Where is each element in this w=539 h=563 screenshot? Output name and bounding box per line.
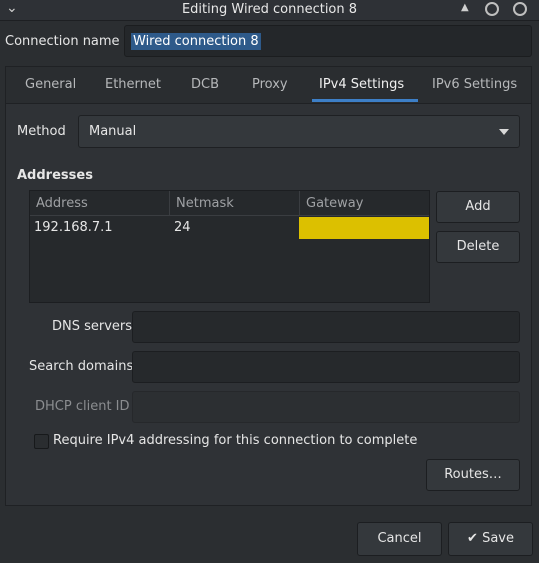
tab-ipv4-settings[interactable]: IPv4 Settings xyxy=(319,77,404,92)
require-ipv4-checkbox[interactable] xyxy=(34,434,49,449)
tab-bar: General Ethernet DCB Proxy IPv4 Settings… xyxy=(6,67,531,104)
check-icon: ✔ xyxy=(467,531,478,546)
tab-dcb[interactable]: DCB xyxy=(191,77,219,92)
address-cell[interactable]: 192.168.7.1 xyxy=(30,217,117,240)
connection-name-field[interactable]: Wired connection 8 xyxy=(124,25,532,57)
active-tab-indicator xyxy=(312,99,418,102)
save-button[interactable]: ✔ Save xyxy=(448,522,533,556)
connection-name-label: Connection name xyxy=(5,34,120,49)
method-label: Method xyxy=(17,124,66,139)
column-header-address[interactable]: Address xyxy=(30,191,170,216)
gateway-cell[interactable] xyxy=(299,217,429,239)
tab-proxy[interactable]: Proxy xyxy=(252,77,288,92)
triangle-up-icon[interactable]: ▲ xyxy=(461,2,469,13)
close-icon[interactable] xyxy=(513,2,527,16)
delete-button[interactable]: Delete xyxy=(436,231,520,263)
window-title: Editing Wired connection 8 xyxy=(181,2,358,17)
tab-ipv6-settings[interactable]: IPv6 Settings xyxy=(432,77,517,92)
method-combobox[interactable]: Manual xyxy=(78,115,520,148)
dhcp-client-id-field xyxy=(132,391,520,423)
add-button[interactable]: Add xyxy=(436,191,520,223)
dns-servers-field[interactable] xyxy=(132,311,520,343)
search-domains-field[interactable] xyxy=(132,351,520,383)
column-header-netmask[interactable]: Netmask xyxy=(170,191,300,216)
search-domains-label: Search domains xyxy=(29,359,134,374)
connection-name-value: Wired connection 8 xyxy=(131,33,261,50)
tab-general[interactable]: General xyxy=(25,77,76,92)
dns-servers-label: DNS servers xyxy=(52,319,133,334)
cancel-button[interactable]: Cancel xyxy=(357,522,442,556)
title-bar: ⌄ Editing Wired connection 8 ▲ xyxy=(0,0,539,21)
method-value: Manual xyxy=(89,124,137,139)
addresses-heading: Addresses xyxy=(17,168,93,183)
routes-button[interactable]: Routes… xyxy=(426,459,520,491)
save-label: Save xyxy=(482,531,514,546)
require-ipv4-label[interactable]: Require IPv4 addressing for this connect… xyxy=(53,433,417,448)
tab-ethernet[interactable]: Ethernet xyxy=(105,77,161,92)
addresses-table[interactable]: Address Netmask Gateway 192.168.7.1 24 xyxy=(29,190,430,303)
netmask-cell[interactable]: 24 xyxy=(170,217,195,240)
dropdown-arrow-icon xyxy=(499,129,509,135)
dhcp-client-id-label: DHCP client ID xyxy=(35,399,130,414)
minimize-icon[interactable] xyxy=(485,2,499,16)
column-header-gateway[interactable]: Gateway xyxy=(300,191,429,216)
